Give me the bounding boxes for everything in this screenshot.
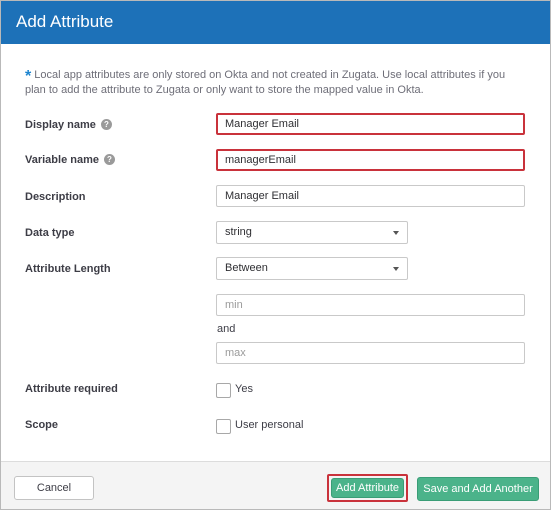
- scope-label: Scope: [25, 419, 59, 431]
- attribute-length-value: Between: [225, 262, 268, 274]
- help-icon[interactable]: ?: [104, 154, 115, 165]
- chevron-down-icon: [393, 267, 399, 271]
- help-icon[interactable]: ?: [100, 119, 112, 130]
- data-type-label: Data type: [25, 227, 75, 239]
- and-text: and: [217, 323, 236, 335]
- dialog-footer: Cancel Add Attribute Save and Add Anothe…: [1, 461, 550, 509]
- description-field[interactable]: Manager Email: [216, 185, 525, 207]
- cancel-button[interactable]: Cancel: [14, 476, 94, 500]
- dialog-header: Add Attribute: [1, 1, 550, 44]
- save-and-add-another-button[interactable]: Save and Add Another: [417, 477, 539, 501]
- variable-name-field[interactable]: managerEmail: [216, 149, 525, 171]
- add-attribute-button[interactable]: Add Attribute: [331, 478, 404, 498]
- asterisk-icon: *: [25, 68, 32, 85]
- display-name-label: Display name?: [25, 119, 112, 131]
- attribute-length-label: Attribute Length: [25, 263, 111, 275]
- add-attribute-dialog: Add Attribute * Local app attributes are …: [0, 0, 551, 510]
- attribute-required-label: Attribute required: [25, 383, 118, 395]
- dialog-title: Add Attribute: [16, 12, 114, 31]
- info-text: Local app attributes are only stored on …: [25, 69, 506, 96]
- add-attribute-highlight: Add Attribute: [327, 474, 408, 502]
- attribute-required-checkbox[interactable]: [216, 383, 231, 398]
- max-length-field[interactable]: max: [216, 342, 525, 364]
- info-message: * Local app attributes are only stored on…: [25, 67, 525, 97]
- display-name-field[interactable]: Manager Email: [216, 113, 525, 135]
- attribute-length-select[interactable]: Between: [216, 257, 408, 280]
- min-length-field[interactable]: min: [216, 294, 525, 316]
- data-type-value: string: [225, 226, 252, 238]
- chevron-down-icon: [393, 231, 399, 235]
- attribute-required-option[interactable]: Yes: [235, 383, 253, 395]
- description-label: Description: [25, 191, 86, 203]
- variable-name-label: Variable name?: [25, 154, 115, 166]
- scope-checkbox[interactable]: [216, 419, 231, 434]
- scope-option[interactable]: User personal: [235, 419, 303, 431]
- data-type-select[interactable]: string: [216, 221, 408, 244]
